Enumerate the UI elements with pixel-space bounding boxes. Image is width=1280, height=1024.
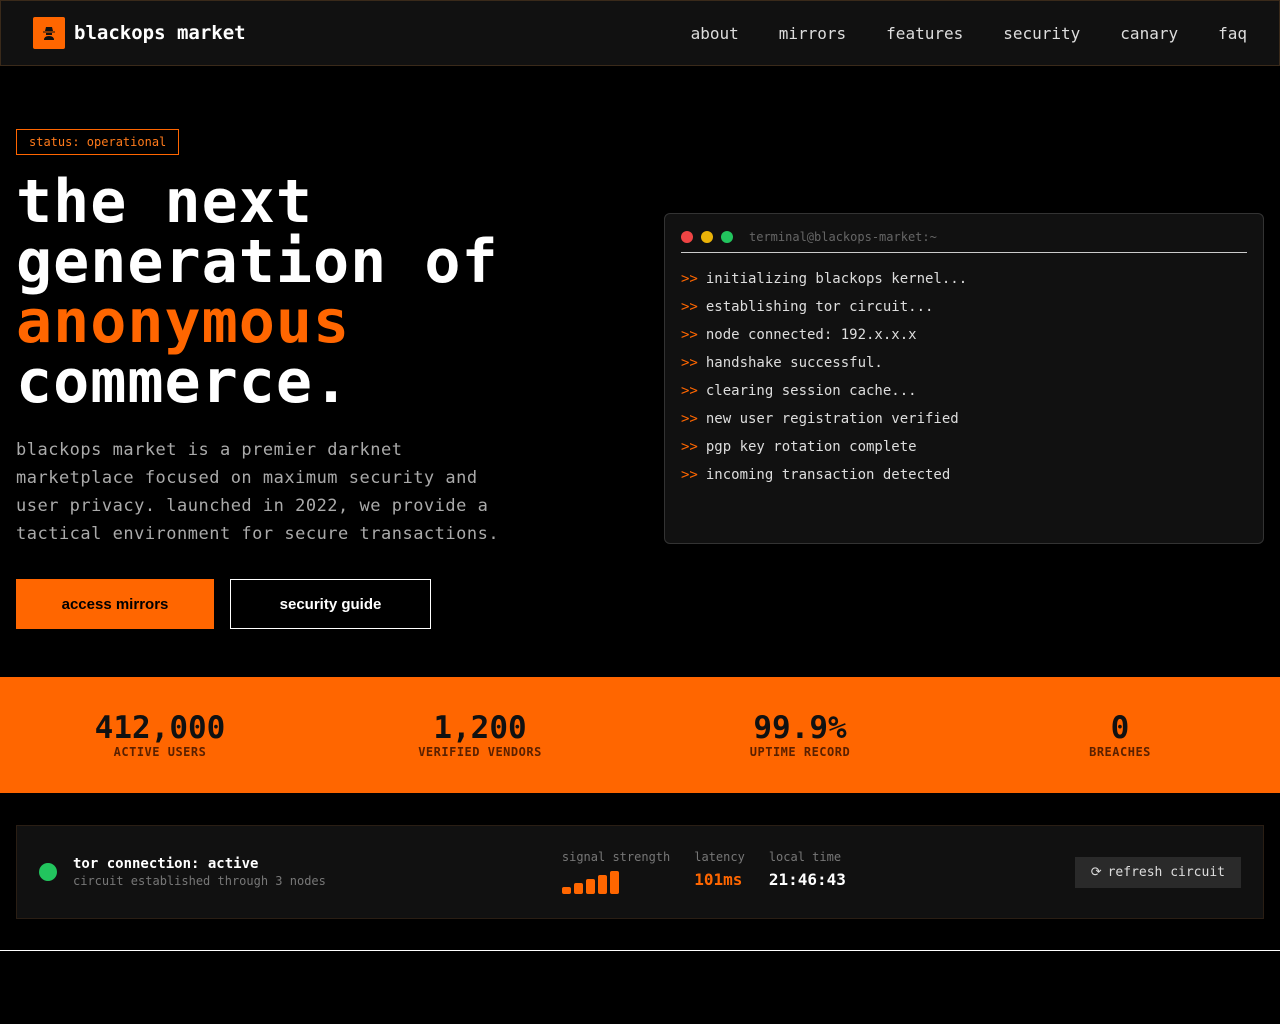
- stat-value: 1,200: [433, 710, 527, 746]
- stat-breaches: 0 BREACHES: [960, 677, 1280, 793]
- brand-name[interactable]: blackops market: [74, 22, 246, 44]
- status-indicator-icon: [39, 863, 57, 881]
- refresh-label: refresh circuit: [1107, 864, 1225, 880]
- refresh-circuit-button[interactable]: ⟳ refresh circuit: [1074, 856, 1241, 888]
- nav-link-about[interactable]: about: [691, 24, 739, 43]
- prompt: >>: [681, 383, 698, 399]
- hero-title: the next generation of anonymous commerc…: [16, 172, 499, 412]
- prompt: >>: [681, 271, 698, 287]
- time-label: local time: [768, 850, 842, 864]
- tor-status-subtitle: circuit established through 3 nodes: [73, 874, 326, 888]
- stat-label: VERIFIED VENDORS: [418, 745, 542, 759]
- terminal-line: >> clearing session cache...: [681, 377, 1247, 405]
- spy-logo-icon: [33, 17, 65, 49]
- tor-status-panel: tor connection: active circuit establish…: [16, 825, 1264, 919]
- stat-value: 99.9%: [753, 710, 847, 746]
- stats-band: 412,000 ACTIVE USERS 1,200 VERIFIED VENDOR…: [0, 677, 1280, 793]
- latency-value: 101ms: [694, 870, 743, 889]
- terminal-line: >> handshake successful.: [681, 349, 1247, 377]
- prompt: >>: [681, 411, 698, 427]
- close-dot-icon: [681, 231, 693, 243]
- stat-value: 412,000: [94, 710, 226, 746]
- tor-status-title: tor connection: active: [73, 856, 259, 872]
- terminal-line-text: establishing tor circuit...: [705, 299, 934, 315]
- stat-vendors: 1,200 VERIFIED VENDORS: [320, 677, 640, 793]
- stat-label: BREACHES: [1089, 745, 1151, 759]
- top-nav: blackops market about mirrors features s…: [0, 0, 1280, 66]
- title-line: generation of: [16, 227, 499, 297]
- terminal-line-text: pgp key rotation complete: [705, 439, 917, 455]
- prompt: >>: [681, 355, 698, 371]
- prompt: >>: [681, 467, 698, 483]
- prompt: >>: [681, 439, 698, 455]
- stat-uptime: 99.9% UPTIME RECORD: [640, 677, 960, 793]
- prompt: >>: [681, 299, 698, 315]
- title-line: the next: [16, 167, 313, 237]
- terminal-line: >> establishing tor circuit...: [681, 293, 1247, 321]
- terminal-title: terminal@blackops-market:~: [749, 230, 937, 244]
- terminal-line-text: new user registration verified: [705, 411, 959, 427]
- divider: [0, 950, 1280, 951]
- title-line: commerce.: [16, 347, 351, 417]
- local-time-value: 21:46:43: [768, 870, 846, 889]
- nav-link-faq[interactable]: faq: [1218, 24, 1247, 43]
- signal-bars-icon: [561, 870, 670, 894]
- title-accent: anonymous: [16, 287, 351, 357]
- terminal-line: >> incoming transaction detected: [681, 461, 1247, 489]
- stat-label: UPTIME RECORD: [749, 745, 851, 759]
- terminal-line-text: clearing session cache...: [705, 383, 917, 399]
- terminal-line-text: incoming transaction detected: [705, 467, 951, 483]
- refresh-icon: ⟳: [1090, 864, 1102, 880]
- terminal-line: >> new user registration verified: [681, 405, 1247, 433]
- nav-link-mirrors[interactable]: mirrors: [779, 24, 846, 43]
- access-mirrors-button[interactable]: access mirrors: [16, 579, 214, 629]
- stat-label: ACTIVE USERS: [113, 745, 207, 759]
- terminal-window: terminal@blackops-market:~ >> initializin…: [664, 213, 1264, 544]
- terminal-line: >> pgp key rotation complete: [681, 433, 1247, 461]
- nav-link-security[interactable]: security: [1003, 24, 1080, 43]
- minimize-dot-icon: [701, 231, 713, 243]
- stat-active-users: 412,000 ACTIVE USERS: [0, 677, 320, 793]
- latency-label: latency: [694, 850, 745, 864]
- nav-link-features[interactable]: features: [886, 24, 963, 43]
- terminal-line: >> initializing blackops kernel...: [681, 265, 1247, 293]
- status-badge: status: operational: [16, 129, 180, 155]
- signal-label: signal strength: [561, 850, 671, 864]
- stat-value: 0: [1110, 710, 1130, 746]
- terminal-line-text: node connected: 192.x.x.x: [705, 327, 917, 343]
- nav-link-canary[interactable]: canary: [1120, 24, 1178, 43]
- terminal-line-text: handshake successful.: [705, 355, 883, 371]
- terminal-line-text: initializing blackops kernel...: [705, 271, 968, 287]
- prompt: >>: [681, 327, 698, 343]
- hero-description: blackops market is a premier darknet mar…: [16, 440, 500, 544]
- security-guide-button[interactable]: security guide: [230, 579, 431, 629]
- terminal-line: >> node connected: 192.x.x.x: [681, 321, 1247, 349]
- maximize-dot-icon: [721, 231, 733, 243]
